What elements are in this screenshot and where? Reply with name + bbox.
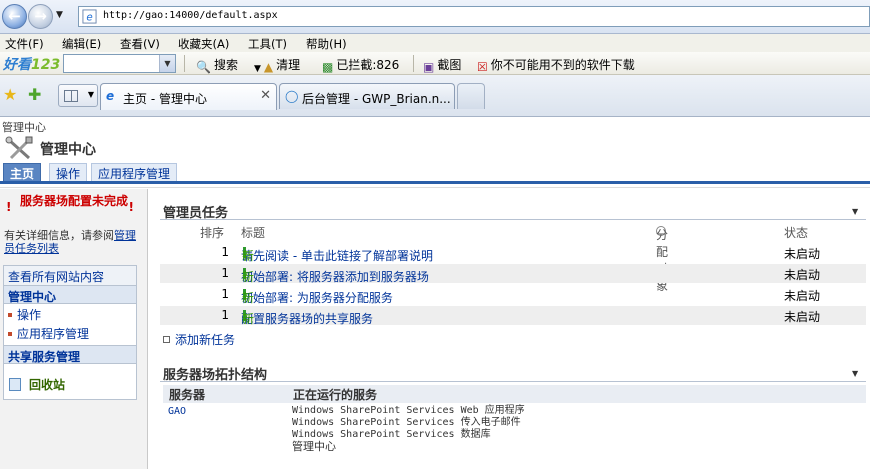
add-favorite-icon[interactable]: ✚ bbox=[28, 85, 41, 104]
menu-bar: 文件(F) 编辑(E) 查看(V) 收藏夹(A) 工具(T) 帮助(H) bbox=[0, 34, 870, 52]
ie-page-icon: e bbox=[82, 9, 97, 24]
tab-bar: ★ ✚ ▼ e 主页 - 管理中心 ✕ ◯ 后台管理 - GWP_Brian.n… bbox=[0, 75, 870, 117]
screenshot-icon: ▣ bbox=[423, 60, 435, 74]
panel-divider bbox=[160, 381, 866, 382]
add-item-icon bbox=[163, 336, 170, 343]
svg-text:e: e bbox=[86, 12, 92, 24]
haokan123-logo[interactable]: 好看123 bbox=[3, 54, 60, 74]
view-all-site-content-link[interactable]: 查看所有网站内容 bbox=[4, 266, 136, 285]
column-running-services: 正在运行的服务 bbox=[293, 388, 378, 402]
table-row: 1 配置服务器场的共享服务新 未启动 bbox=[160, 306, 866, 326]
sharepoint-page-icon: ◯ bbox=[285, 89, 299, 103]
bullet-icon bbox=[8, 332, 12, 336]
table-row: 1 请先阅读 - 单击此链接了解部署说明新 未启动 bbox=[221, 245, 821, 263]
forward-icon[interactable]: → bbox=[28, 4, 53, 29]
tab-application-management[interactable]: 应用程序管理 bbox=[91, 163, 178, 182]
warning-icon: ! bbox=[6, 200, 12, 214]
service-item[interactable]: Windows SharePoint Services Web 应用程序 bbox=[292, 405, 525, 417]
nav-item-operations[interactable]: 操作 bbox=[8, 306, 41, 323]
column-server: 服务器 bbox=[169, 388, 206, 402]
toolbar-search-combo[interactable]: ▼ bbox=[63, 54, 176, 73]
menu-help[interactable]: 帮助(H) bbox=[306, 36, 347, 52]
screenshot-button[interactable]: ▣ 截图 bbox=[423, 56, 461, 74]
menu-file[interactable]: 文件(F) bbox=[5, 36, 44, 52]
admin-tasks-header: 排序 标题 分配对象 状态 bbox=[200, 224, 809, 293]
magnifier-icon: 🔍 bbox=[196, 60, 211, 74]
top-nav-subdivider bbox=[0, 184, 870, 188]
close-tab-icon[interactable]: ✕ bbox=[260, 88, 271, 103]
service-item[interactable]: Windows SharePoint Services 传入电子邮件 bbox=[292, 417, 525, 429]
admin-tasks-info: 有关详细信息，请参阅管理员任务列表 bbox=[4, 229, 136, 255]
chevron-down-icon: ▼ bbox=[254, 64, 261, 74]
nav-item-application-management[interactable]: 应用程序管理 bbox=[8, 325, 89, 342]
shared-services-heading[interactable]: 共享服务管理 bbox=[4, 345, 136, 364]
haokan-toolbar: 好看123 ▼ 🔍 搜索 ▼ ▲ 清理 ▩ 已拦截:826 ▣ 截图 ☒ 你不可能用不到的软… bbox=[0, 52, 870, 75]
panel-divider bbox=[160, 219, 866, 220]
favorites-star-icon[interactable]: ★ bbox=[3, 85, 17, 104]
running-services-list: Windows SharePoint Services Web 应用程序 Win… bbox=[292, 405, 525, 453]
tools-icon bbox=[5, 136, 33, 160]
farm-config-warning-text: 服务器场配置未完成 bbox=[20, 194, 129, 208]
toolbar-separator bbox=[184, 55, 185, 72]
quick-launch-box: 查看所有网站内容 管理中心 操作 应用程序管理 共享服务管理 回收站 bbox=[3, 265, 137, 400]
column-title[interactable]: 标题 bbox=[241, 224, 265, 241]
server-link[interactable]: GAO bbox=[168, 406, 186, 417]
tab-home-central-admin[interactable]: e 主页 - 管理中心 ✕ bbox=[100, 83, 277, 110]
quick-launch: ! 服务器场配置未完成 ! 有关详细信息，请参阅管理员任务列表 查看所有网站内容… bbox=[0, 189, 148, 469]
table-row: 1 初始部署: 将服务器添加到服务器场新 未启动 bbox=[160, 264, 866, 284]
service-item[interactable]: 管理中心 bbox=[292, 441, 525, 453]
new-tab-button[interactable] bbox=[457, 83, 485, 109]
toolbar-separator bbox=[413, 55, 414, 72]
back-icon[interactable]: ← bbox=[2, 4, 27, 29]
menu-view[interactable]: 查看(V) bbox=[120, 36, 160, 52]
table-row: 1 初始部署: 为服务器分配服务新 未启动 bbox=[221, 287, 821, 305]
central-admin-heading[interactable]: 管理中心 bbox=[4, 285, 136, 304]
broom-icon: ▲ bbox=[263, 60, 274, 74]
breadcrumb[interactable]: 管理中心 bbox=[2, 119, 46, 135]
column-status[interactable]: 状态 bbox=[784, 224, 808, 241]
menu-favorites[interactable]: 收藏夹(A) bbox=[178, 36, 229, 52]
url-text: http://gao:14000/default.aspx bbox=[103, 10, 278, 21]
tab-backend-admin[interactable]: ◯ 后台管理 - GWP_Brian.n... bbox=[279, 83, 455, 109]
chevron-down-icon[interactable]: ▼ bbox=[159, 55, 175, 72]
download-box-icon: ☒ bbox=[477, 60, 488, 74]
url-field[interactable]: e http://gao:14000/default.aspx bbox=[78, 6, 870, 27]
add-new-task-link[interactable]: 添加新任务 bbox=[163, 331, 235, 348]
quick-tabs-icon bbox=[64, 90, 78, 102]
recycle-bin-link[interactable]: 回收站 bbox=[9, 376, 65, 393]
chevron-down-icon[interactable]: ▼ bbox=[88, 90, 94, 99]
recycle-bin-icon bbox=[9, 378, 21, 391]
popup-blocker-icon: ▩ bbox=[322, 60, 334, 74]
menu-tools[interactable]: 工具(T) bbox=[248, 36, 287, 52]
warning-icon: ! bbox=[128, 200, 134, 214]
software-download-link[interactable]: ☒ 你不可能用不到的软件下载 bbox=[477, 56, 635, 74]
tab-operations[interactable]: 操作 bbox=[49, 163, 88, 182]
tab-home[interactable]: 主页 bbox=[3, 163, 42, 182]
address-bar: ← → ▼ e http://gao:14000/default.aspx bbox=[0, 0, 870, 34]
clean-button[interactable]: ▼ ▲ 清理 bbox=[254, 56, 300, 74]
ie-page-icon: e bbox=[106, 89, 115, 103]
chevron-down-icon[interactable]: ▼ bbox=[852, 207, 858, 216]
bullet-icon bbox=[8, 313, 12, 317]
chevron-down-icon[interactable]: ▼ bbox=[852, 369, 858, 378]
column-order[interactable]: 排序 bbox=[200, 224, 224, 241]
quick-tabs-button[interactable]: ▼ bbox=[58, 84, 98, 107]
page-title: 管理中心 bbox=[40, 142, 96, 158]
history-dropdown-icon[interactable]: ▼ bbox=[56, 10, 63, 20]
search-button[interactable]: 🔍 搜索 bbox=[196, 56, 238, 74]
topology-header: 服务器 正在运行的服务 bbox=[163, 385, 866, 403]
blocked-popups-button[interactable]: ▩ 已拦截:826 bbox=[322, 56, 399, 74]
menu-edit[interactable]: 编辑(E) bbox=[62, 36, 101, 52]
farm-config-warning: ! 服务器场配置未完成 ! bbox=[0, 191, 148, 214]
